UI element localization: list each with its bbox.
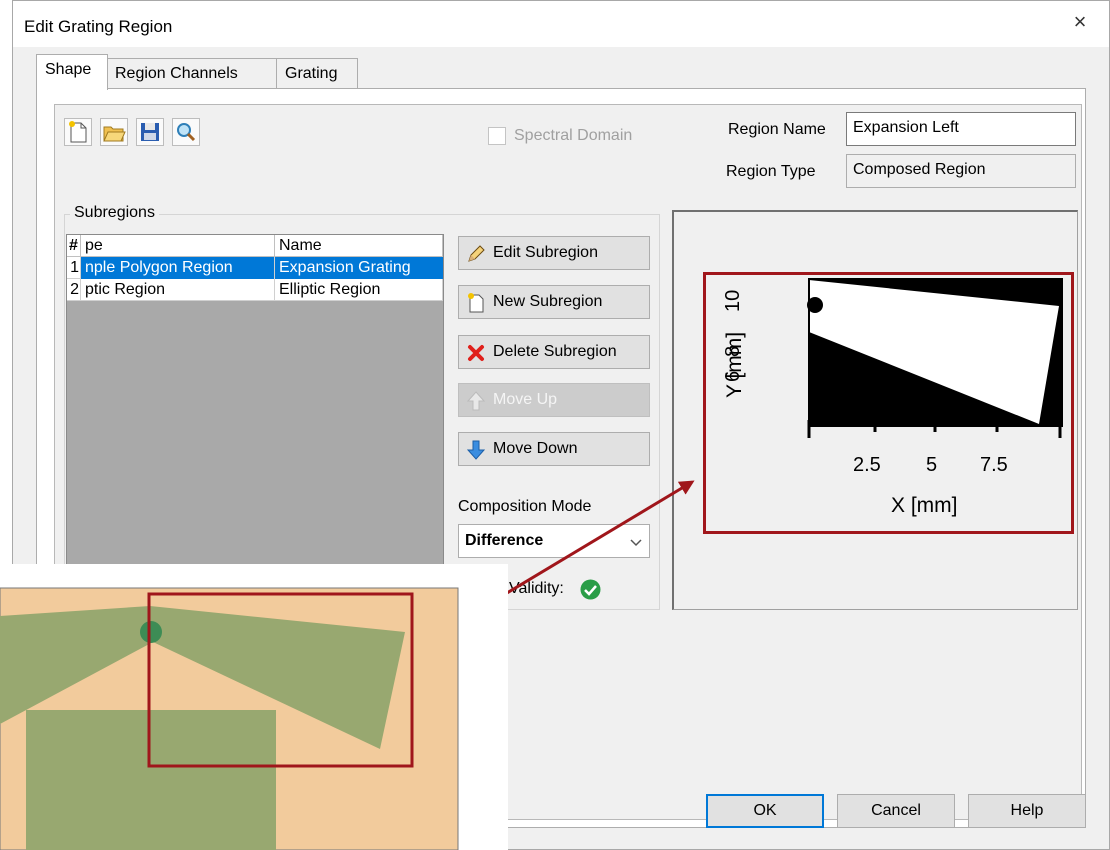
- inset-dot: [140, 621, 162, 643]
- inset-zoom-view: [0, 587, 459, 850]
- tab-shape[interactable]: Shape: [36, 54, 108, 90]
- inset-rectangle: [26, 710, 276, 850]
